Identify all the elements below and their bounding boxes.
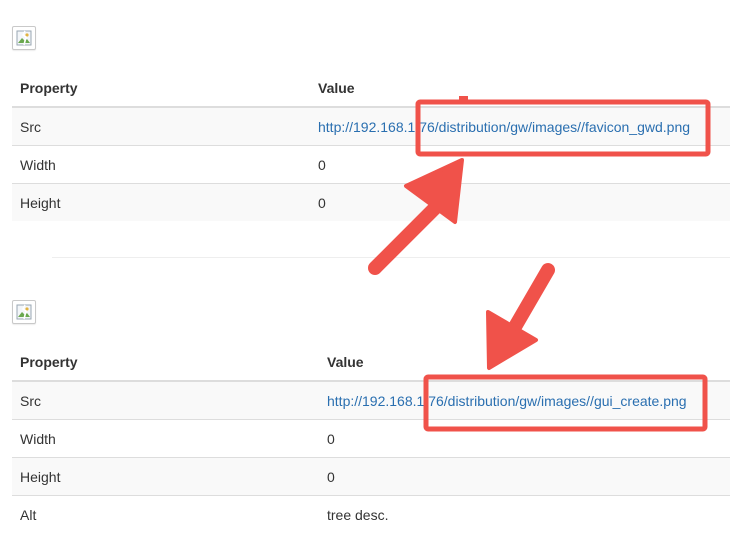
property-cell: Height [12, 183, 310, 221]
property-cell: Src [12, 107, 310, 146]
property-cell: Width [12, 145, 310, 184]
table-row: Width 0 [12, 145, 730, 184]
broken-image-icon [12, 26, 36, 50]
property-cell: Width [12, 419, 319, 458]
column-header-property: Property [12, 70, 310, 108]
property-cell: Src [12, 381, 319, 420]
value-cell: 0 [319, 419, 730, 458]
property-cell: Alt [20, 506, 37, 523]
table-header-row: Property Value [12, 344, 730, 382]
value-cell: http://192.168.1.76/distribution/gw/imag… [310, 107, 730, 146]
value-cell: 0 [319, 457, 730, 496]
value-cell: http://192.168.1.76/distribution/gw/imag… [319, 381, 730, 420]
table-row: Width 0 [12, 419, 730, 458]
src-link[interactable]: http://192.168.1.76/distribution/gw/imag… [327, 393, 687, 409]
image-properties-table-2: Property Value Src http://192.168.1.76/d… [12, 344, 730, 533]
src-link[interactable]: http://192.168.1.76/distribution/gw/imag… [318, 119, 690, 135]
table-header-row: Property Value [12, 70, 730, 108]
table-row: Src http://192.168.1.76/distribution/gw/… [12, 107, 730, 146]
image-properties-table-1: Property Value Src http://192.168.1.76/d… [12, 70, 730, 221]
value-cell: tree desc. [327, 506, 389, 523]
table-row: Src http://192.168.1.76/distribution/gw/… [12, 381, 730, 420]
section-divider [52, 257, 730, 258]
value-cell: 0 [310, 145, 730, 184]
table-row: Height 0 [12, 183, 730, 221]
broken-image-icon [12, 300, 36, 324]
column-header-property: Property [12, 344, 319, 382]
column-header-value: Value [310, 70, 730, 108]
table-row: Alt tree desc. [12, 496, 730, 534]
table-row: Height 0 [12, 457, 730, 496]
property-cell: Height [12, 457, 319, 496]
value-cell: 0 [310, 183, 730, 221]
column-header-value: Value [319, 344, 730, 382]
